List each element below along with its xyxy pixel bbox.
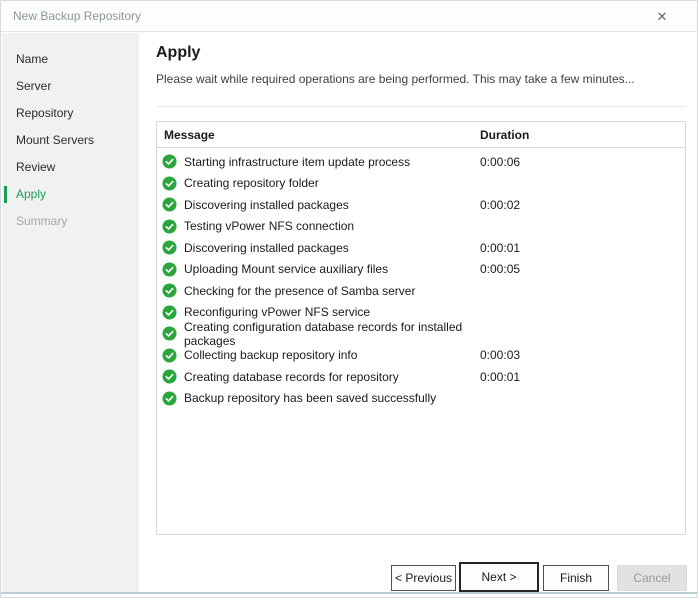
message-text: Discovering installed packages [184,241,349,255]
message-text: Starting infrastructure item update proc… [184,155,410,169]
check-circle-icon [162,283,177,298]
table-row[interactable]: Checking for the presence of Samba serve… [157,280,685,302]
table-row[interactable]: Discovering installed packages 0:00:02 [157,194,685,216]
finish-button[interactable]: Finish [543,565,609,591]
check-circle-icon [162,219,177,234]
check-circle-icon [162,197,177,212]
check-circle-icon [162,262,177,277]
column-header-message[interactable]: Message [157,128,480,142]
table-row[interactable]: Testing vPower NFS connection [157,216,685,238]
duration-cell: 0:00:01 [480,370,685,384]
sidebar-item-name[interactable]: Name [2,46,139,73]
message-text: Creating database records for repository [184,370,399,384]
message-cell: Backup repository has been saved success… [157,391,480,406]
title-bar[interactable]: New Backup Repository ✕ [1,1,697,32]
divider [156,106,686,107]
message-text: Checking for the presence of Samba serve… [184,284,415,298]
message-text: Testing vPower NFS connection [184,219,354,233]
duration-cell: 0:00:06 [480,155,685,169]
message-text: Reconfiguring vPower NFS service [184,305,370,319]
table-row[interactable]: Creating configuration database records … [157,323,685,345]
duration-cell: 0:00:03 [480,348,685,362]
message-text: Creating configuration database records … [184,320,480,348]
task-table: Message Duration Starting infrastructure… [156,121,686,535]
check-circle-icon [162,305,177,320]
check-circle-icon [162,348,177,363]
sidebar-item-server[interactable]: Server [2,73,139,100]
table-row[interactable]: Collecting backup repository info 0:00:03 [157,345,685,367]
page-title: Apply [156,44,200,62]
message-text: Uploading Mount service auxiliary files [184,262,388,276]
message-cell: Creating configuration database records … [157,320,480,348]
message-text: Backup repository has been saved success… [184,391,436,405]
message-cell: Collecting backup repository info [157,348,480,363]
message-cell: Testing vPower NFS connection [157,219,480,234]
table-row[interactable]: Creating database records for repository… [157,366,685,388]
sidebar-item-repository[interactable]: Repository [2,100,139,127]
message-text: Creating repository folder [184,176,319,190]
wizard-content: Apply Please wait while required operati… [140,33,696,592]
sidebar-item-apply[interactable]: Apply [2,181,139,208]
message-cell: Uploading Mount service auxiliary files [157,262,480,277]
column-header-duration[interactable]: Duration [480,128,685,142]
table-row[interactable]: Starting infrastructure item update proc… [157,151,685,173]
close-icon[interactable]: ✕ [651,6,673,28]
message-cell: Creating repository folder [157,176,480,191]
table-row[interactable]: Uploading Mount service auxiliary files 0… [157,259,685,281]
sidebar-item-review[interactable]: Review [2,154,139,181]
page-subtitle: Please wait while required operations ar… [156,72,635,86]
message-cell: Reconfiguring vPower NFS service [157,305,480,320]
previous-button[interactable]: < Previous [391,565,456,591]
table-row[interactable]: Creating repository folder [157,173,685,195]
new-backup-repository-dialog: New Backup Repository ✕ NameServerReposi… [0,0,698,598]
duration-cell: 0:00:05 [480,262,685,276]
task-table-body: Starting infrastructure item update proc… [157,148,685,409]
message-cell: Creating database records for repository [157,369,480,384]
duration-cell: 0:00:02 [480,198,685,212]
check-circle-icon [162,326,177,341]
check-circle-icon [162,369,177,384]
window-bottom-accent [1,592,697,594]
table-header: Message Duration [157,122,685,148]
message-text: Collecting backup repository info [184,348,357,362]
message-cell: Discovering installed packages [157,240,480,255]
message-cell: Checking for the presence of Samba serve… [157,283,480,298]
next-button[interactable]: Next > [459,562,539,592]
cancel-button: Cancel [617,565,687,591]
duration-cell: 0:00:01 [480,241,685,255]
check-circle-icon [162,176,177,191]
window-title: New Backup Repository [13,9,141,23]
table-row[interactable]: Backup repository has been saved success… [157,388,685,410]
message-cell: Discovering installed packages [157,197,480,212]
check-circle-icon [162,391,177,406]
sidebar: NameServerRepositoryMount ServersReviewA… [2,33,139,592]
message-text: Discovering installed packages [184,198,349,212]
sidebar-item-mount-servers[interactable]: Mount Servers [2,127,139,154]
sidebar-item-summary: Summary [2,208,139,235]
table-row[interactable]: Discovering installed packages 0:00:01 [157,237,685,259]
message-cell: Starting infrastructure item update proc… [157,154,480,169]
check-circle-icon [162,240,177,255]
check-circle-icon [162,154,177,169]
